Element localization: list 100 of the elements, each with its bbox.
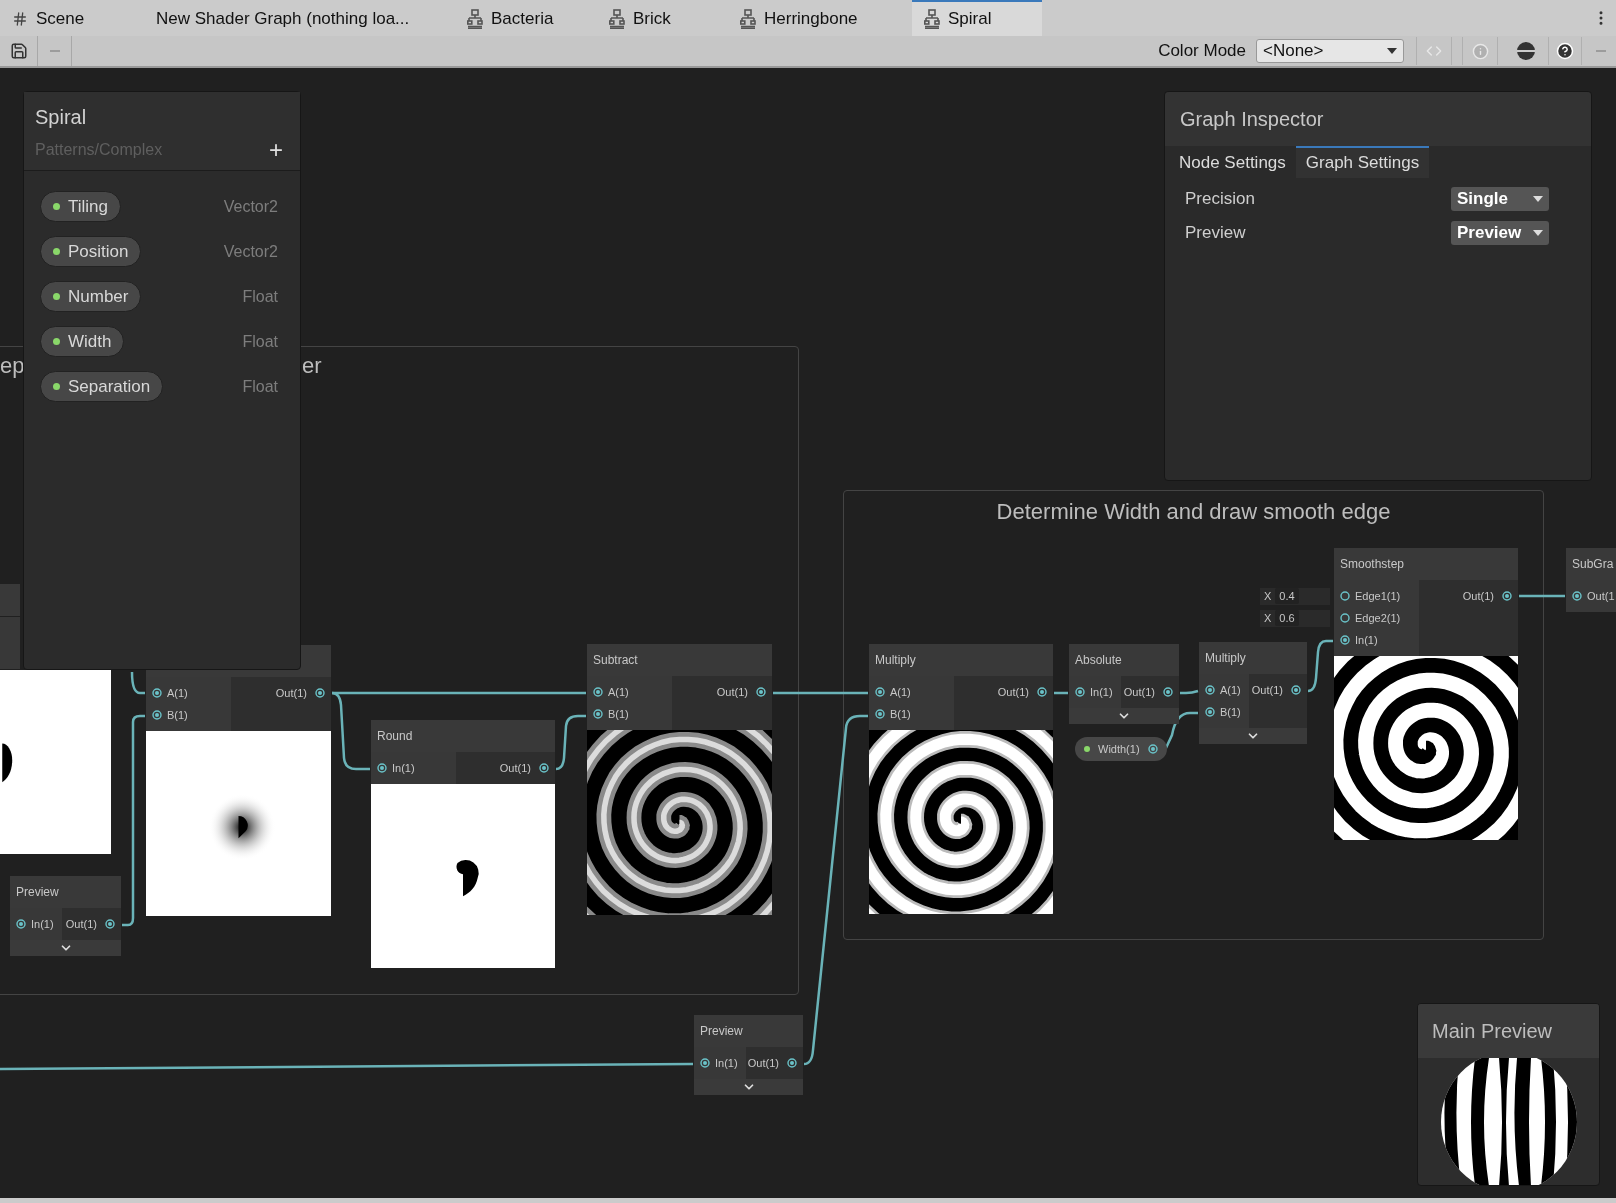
property-pill[interactable]: Separation — [40, 371, 164, 402]
port-icon[interactable] — [756, 687, 766, 697]
port-icon[interactable] — [787, 1058, 797, 1068]
node-body — [0, 617, 20, 669]
node-card[interactable]: Absolute In(1) Out(1) — [1069, 644, 1179, 724]
property-pill[interactable]: Number — [40, 281, 142, 312]
port-label: In(1) — [715, 1055, 738, 1071]
axis-label: X — [1264, 588, 1272, 604]
connection-wire[interactable] — [803, 714, 868, 1066]
connection-wire[interactable] — [555, 714, 586, 771]
node-card[interactable]: Preview In(1) Out(1) — [694, 1015, 803, 1095]
axis-label: X — [1264, 610, 1272, 626]
inspector-title: Graph Inspector — [1180, 107, 1324, 132]
add-property-button[interactable]: + — [269, 138, 283, 162]
node-title: Multiply — [875, 652, 916, 669]
node-card[interactable]: Subtract A(1) B(1) Out(1) — [587, 644, 772, 915]
editor-tab[interactable]: Herringbone — [728, 0, 912, 36]
port-icon[interactable] — [1037, 687, 1047, 697]
property-pill[interactable]: Position — [40, 236, 142, 267]
editor-tab[interactable]: Spiral — [912, 0, 1042, 36]
port-icon[interactable] — [1340, 635, 1350, 645]
node-title: Preview — [16, 884, 59, 901]
connection-wire[interactable] — [130, 671, 145, 695]
editor-tab[interactable]: Brick — [597, 0, 728, 36]
port-icon[interactable] — [1291, 685, 1301, 695]
value-text: 0.6 — [1275, 609, 1299, 627]
port-icon[interactable] — [152, 710, 162, 720]
help-button[interactable] — [1548, 37, 1582, 65]
port-icon[interactable] — [105, 919, 115, 929]
graph-icon — [609, 9, 625, 29]
node-card[interactable]: Round In(1) Out(1) — [371, 720, 555, 968]
default-value-field[interactable]: X 0.6 — [1260, 609, 1330, 627]
node-title: Multiply — [1205, 650, 1246, 667]
property-pill[interactable]: Width — [40, 326, 125, 357]
default-value-field[interactable]: X 0.4 — [1260, 587, 1330, 605]
port-icon[interactable] — [1147, 744, 1158, 754]
port-icon[interactable] — [593, 709, 603, 719]
node-card[interactable]: A(1) B(1) Out(1) — [146, 645, 331, 916]
node-header — [0, 584, 20, 616]
port-icon[interactable] — [875, 709, 885, 719]
editor-tab[interactable]: Bacteria — [455, 0, 597, 36]
port-label: B(1) — [890, 706, 911, 722]
inspector-tab[interactable]: Node Settings — [1169, 146, 1296, 178]
group-title: ep — [0, 352, 25, 380]
port-label: Out(1) — [747, 1055, 779, 1071]
node-title: Subtract — [593, 652, 638, 669]
connection-wire[interactable] — [1307, 639, 1333, 693]
port-icon[interactable] — [377, 763, 387, 773]
port-label: B(1) — [608, 706, 629, 722]
caret-icon — [1533, 196, 1543, 202]
port-label: B(1) — [1220, 704, 1241, 720]
help-icon — [1556, 42, 1574, 60]
port-icon[interactable] — [1340, 591, 1350, 601]
port-icon[interactable] — [1163, 687, 1173, 697]
port-label: A(1) — [167, 685, 188, 701]
connection-wire[interactable] — [0, 1062, 693, 1071]
connection-wire[interactable] — [122, 714, 145, 927]
node-title: Smoothstep — [1340, 556, 1405, 573]
connection-wire[interactable] — [1164, 711, 1198, 749]
connection-wire[interactable] — [1519, 594, 1565, 598]
connection-wire[interactable] — [1180, 689, 1199, 695]
port-icon[interactable] — [315, 688, 325, 698]
port-icon[interactable] — [16, 919, 26, 929]
hash-icon — [12, 11, 28, 27]
property-node[interactable]: Width(1) — [1075, 737, 1167, 761]
graph-icon — [740, 9, 756, 29]
port-icon[interactable] — [875, 687, 885, 697]
port-icon[interactable] — [700, 1058, 710, 1068]
port-icon[interactable] — [593, 687, 603, 697]
editor-tab[interactable]: Scene — [0, 0, 128, 36]
node-card[interactable]: Preview In(1) Out(1) — [10, 876, 121, 956]
node-title: Absolute — [1075, 652, 1122, 669]
port-label: Out(1) — [275, 685, 307, 701]
port-icon[interactable] — [1572, 591, 1582, 601]
port-icon[interactable] — [1075, 687, 1085, 697]
node-card[interactable]: Multiply A(1) B(1) Out(1) — [869, 644, 1053, 914]
port-label: B(1) — [167, 707, 188, 723]
node-title: Preview — [700, 1023, 743, 1040]
port-label: Out(1) — [65, 916, 97, 932]
port-icon[interactable] — [539, 763, 549, 773]
editor-tab[interactable]: New Shader Graph (nothing loa... — [128, 0, 455, 36]
port-icon[interactable] — [152, 688, 162, 698]
color-mode-label: Color Mode — [1158, 40, 1246, 63]
property-type: Float — [242, 286, 278, 307]
port-icon[interactable] — [1340, 613, 1350, 623]
color-mode-dropdown[interactable]: <None> — [1256, 39, 1404, 63]
port-icon[interactable] — [1502, 591, 1512, 601]
connection-wire[interactable] — [331, 691, 370, 771]
setting-dropdown[interactable]: Preview — [1451, 221, 1549, 245]
inspector-tab[interactable]: Graph Settings — [1295, 146, 1430, 178]
node-card[interactable]: SubGra Out(1 — [1566, 548, 1616, 612]
connection-wire[interactable] — [773, 691, 868, 695]
port-label: In(1) — [1090, 684, 1113, 700]
port-icon[interactable] — [1205, 685, 1215, 695]
node-card[interactable]: Multiply A(1) B(1) Out(1) — [1199, 642, 1307, 744]
setting-dropdown[interactable]: Single — [1451, 187, 1549, 211]
info-icon — [1471, 42, 1489, 60]
node-title: Round — [377, 728, 413, 745]
property-pill[interactable]: Tiling — [40, 191, 121, 222]
port-icon[interactable] — [1205, 707, 1215, 717]
